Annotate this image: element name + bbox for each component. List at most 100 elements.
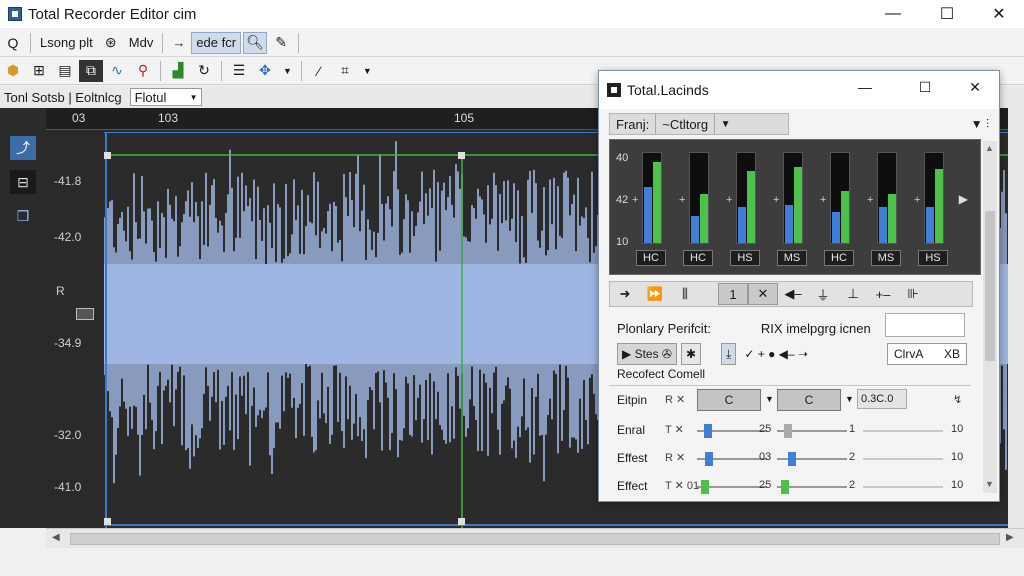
horizontal-scrollbar[interactable]: ◀ ▶ xyxy=(46,528,1024,548)
combo-dropdown-icon[interactable]: ▼ xyxy=(765,394,774,404)
transport-button[interactable]: ✕ xyxy=(748,283,778,305)
transport-button[interactable]: ◀– xyxy=(778,283,808,305)
amplitude-label: -34.9 xyxy=(54,336,82,350)
slider-knob[interactable] xyxy=(787,452,796,466)
tab-catalog[interactable]: ~Ctltorg xyxy=(655,114,714,134)
panel-scroll-thumb[interactable] xyxy=(985,211,995,361)
amplitude-label: R xyxy=(56,284,65,298)
grid-icon[interactable]: ▤ xyxy=(53,60,77,82)
panel-title: Total.Lacinds xyxy=(627,82,709,98)
meter-play-icon[interactable]: ▶ xyxy=(959,192,968,206)
combo-dropdown-icon[interactable]: ▼ xyxy=(845,394,854,404)
copy-tool-icon[interactable]: ❐ xyxy=(10,204,36,228)
tab-dropdown-icon[interactable]: ▼ xyxy=(714,114,736,134)
channel-marker[interactable] xyxy=(76,308,94,320)
asterisk-button[interactable]: ✱ xyxy=(680,343,702,365)
curve-field[interactable]: ClrvA XB xyxy=(887,343,967,365)
parameter-row: Enral T ✕ 25 1 10 xyxy=(617,419,969,443)
meter-level-left xyxy=(785,205,793,243)
meter-level-left xyxy=(879,207,887,243)
mapping-label: RIX imelpgrg icnen xyxy=(760,320,871,336)
close-button[interactable]: ✕ xyxy=(976,0,1022,28)
parameter-row: Eitpin R ✕ C ▼ C ▼ 0.3C.0 ↯ xyxy=(617,389,969,413)
meter-tick-icon: + xyxy=(820,194,827,206)
edit-tools[interactable]: ✓ + ● ◀– ➝ xyxy=(740,343,812,365)
parameter-row: Effest R ✕ 03 2 10 xyxy=(617,447,969,471)
scroll-down-arrow-icon[interactable]: ▼ xyxy=(985,479,994,489)
record-icon[interactable]: ⊛ xyxy=(99,32,123,54)
search-icon[interactable]: Q xyxy=(1,32,25,54)
transport-button[interactable]: ⊥ xyxy=(838,283,868,305)
marker-icon[interactable]: ⚲ xyxy=(131,60,155,82)
slider-knob[interactable] xyxy=(700,480,709,494)
level-meter xyxy=(689,152,709,244)
panel-maximize-button[interactable]: ☐ xyxy=(913,79,937,96)
arrow-button[interactable]: → xyxy=(168,32,189,54)
slider-knob[interactable] xyxy=(780,480,789,494)
long-play-button[interactable]: Lsong plt xyxy=(36,32,97,54)
scroll-left-arrow-icon[interactable]: ◀ xyxy=(52,532,60,543)
panel-minimize-button[interactable]: — xyxy=(853,79,877,95)
minimize-button[interactable]: — xyxy=(870,0,916,28)
transport-button[interactable]: ⫼ xyxy=(670,283,700,305)
parameter-combo[interactable]: C xyxy=(777,389,841,411)
mdv-button[interactable]: Mdv xyxy=(125,32,158,54)
transport-button[interactable]: ⊪ xyxy=(898,283,928,305)
folder-icon[interactable]: ⬢ xyxy=(1,60,25,82)
select-tool-icon[interactable]: ⊟ xyxy=(10,170,36,194)
slider-knob[interactable] xyxy=(704,424,712,438)
panel-menu-icon[interactable]: ▼ ⫶ xyxy=(971,117,989,132)
transport-button[interactable]: ⏚ xyxy=(808,283,838,305)
transport-button[interactable]: 1 xyxy=(718,283,748,305)
meter-channel-label: HC xyxy=(824,250,854,266)
meter-tick-icon: + xyxy=(914,194,921,206)
waveform-icon[interactable]: ∿ xyxy=(105,60,129,82)
slider-value: 2 xyxy=(849,451,856,463)
transport-bar: ➜ ⏩ ⫼ 1 ✕ ◀– ⏚ ⊥ +– ⊪ xyxy=(609,281,973,307)
toolbar-separator xyxy=(298,32,300,53)
parameter-value-field[interactable]: 0.3C.0 xyxy=(857,389,907,409)
scroll-thumb[interactable] xyxy=(70,533,1000,545)
scroll-up-arrow-icon[interactable]: ▲ xyxy=(985,143,994,153)
edit-button[interactable]: ede fcr xyxy=(191,31,242,54)
redo-icon[interactable]: ↻ xyxy=(192,60,216,82)
zoom-icon[interactable]: 🔍︎ xyxy=(243,31,268,54)
transport-button[interactable]: ➜ xyxy=(610,283,640,305)
pen-icon[interactable]: ⁄ xyxy=(307,60,331,82)
tab-frame[interactable]: Franj: xyxy=(610,114,655,134)
slider-knob[interactable] xyxy=(784,424,792,438)
slider-track[interactable] xyxy=(863,458,943,460)
mapping-field[interactable] xyxy=(885,313,965,337)
panel-scrollbar[interactable]: ▲ ▼ xyxy=(983,141,997,493)
selection-handle[interactable] xyxy=(104,518,111,525)
crop-dropdown-icon[interactable]: ▼ xyxy=(359,60,376,82)
down-button[interactable]: ⤓ xyxy=(721,343,737,365)
move-icon[interactable]: ✥ xyxy=(253,60,277,82)
panel-close-button[interactable]: ✕ xyxy=(963,79,987,96)
slider-track[interactable] xyxy=(863,430,943,432)
selection-handle[interactable] xyxy=(104,152,111,159)
move-dropdown-icon[interactable]: ▼ xyxy=(279,60,296,82)
transport-button[interactable]: +– xyxy=(868,283,898,305)
title-bar: Total Recorder Editor cim — ☐ ✕ xyxy=(0,0,1024,28)
levels-icon[interactable]: ▟ xyxy=(166,60,190,82)
scroll-right-arrow-icon[interactable]: ▶ xyxy=(1006,532,1014,543)
split-icon[interactable]: ⊞ xyxy=(27,60,51,82)
editor-vertical-scrollbar[interactable] xyxy=(1008,108,1024,528)
selection-handle[interactable] xyxy=(458,518,465,525)
mixer-icon[interactable]: ⧉ xyxy=(79,59,103,82)
maximize-button[interactable]: ☐ xyxy=(924,0,970,28)
level-meter xyxy=(736,152,756,244)
list-icon[interactable]: ☰ xyxy=(227,60,251,82)
meter-channel-label: HS xyxy=(730,250,760,266)
slider-track[interactable] xyxy=(863,486,943,488)
selection-handle[interactable] xyxy=(458,152,465,159)
crop-icon[interactable]: ⌗ xyxy=(333,60,357,82)
slider-knob[interactable] xyxy=(705,452,714,466)
tools-icon[interactable]: ✎ xyxy=(269,32,293,54)
steps-button[interactable]: ▶ Stes ✇ xyxy=(617,343,677,365)
parameter-combo[interactable]: C xyxy=(697,389,761,411)
mode-select[interactable]: Flotul xyxy=(129,88,202,106)
pointer-tool-icon[interactable]: ⤴ xyxy=(10,136,36,160)
transport-button[interactable]: ⏩ xyxy=(640,283,670,305)
